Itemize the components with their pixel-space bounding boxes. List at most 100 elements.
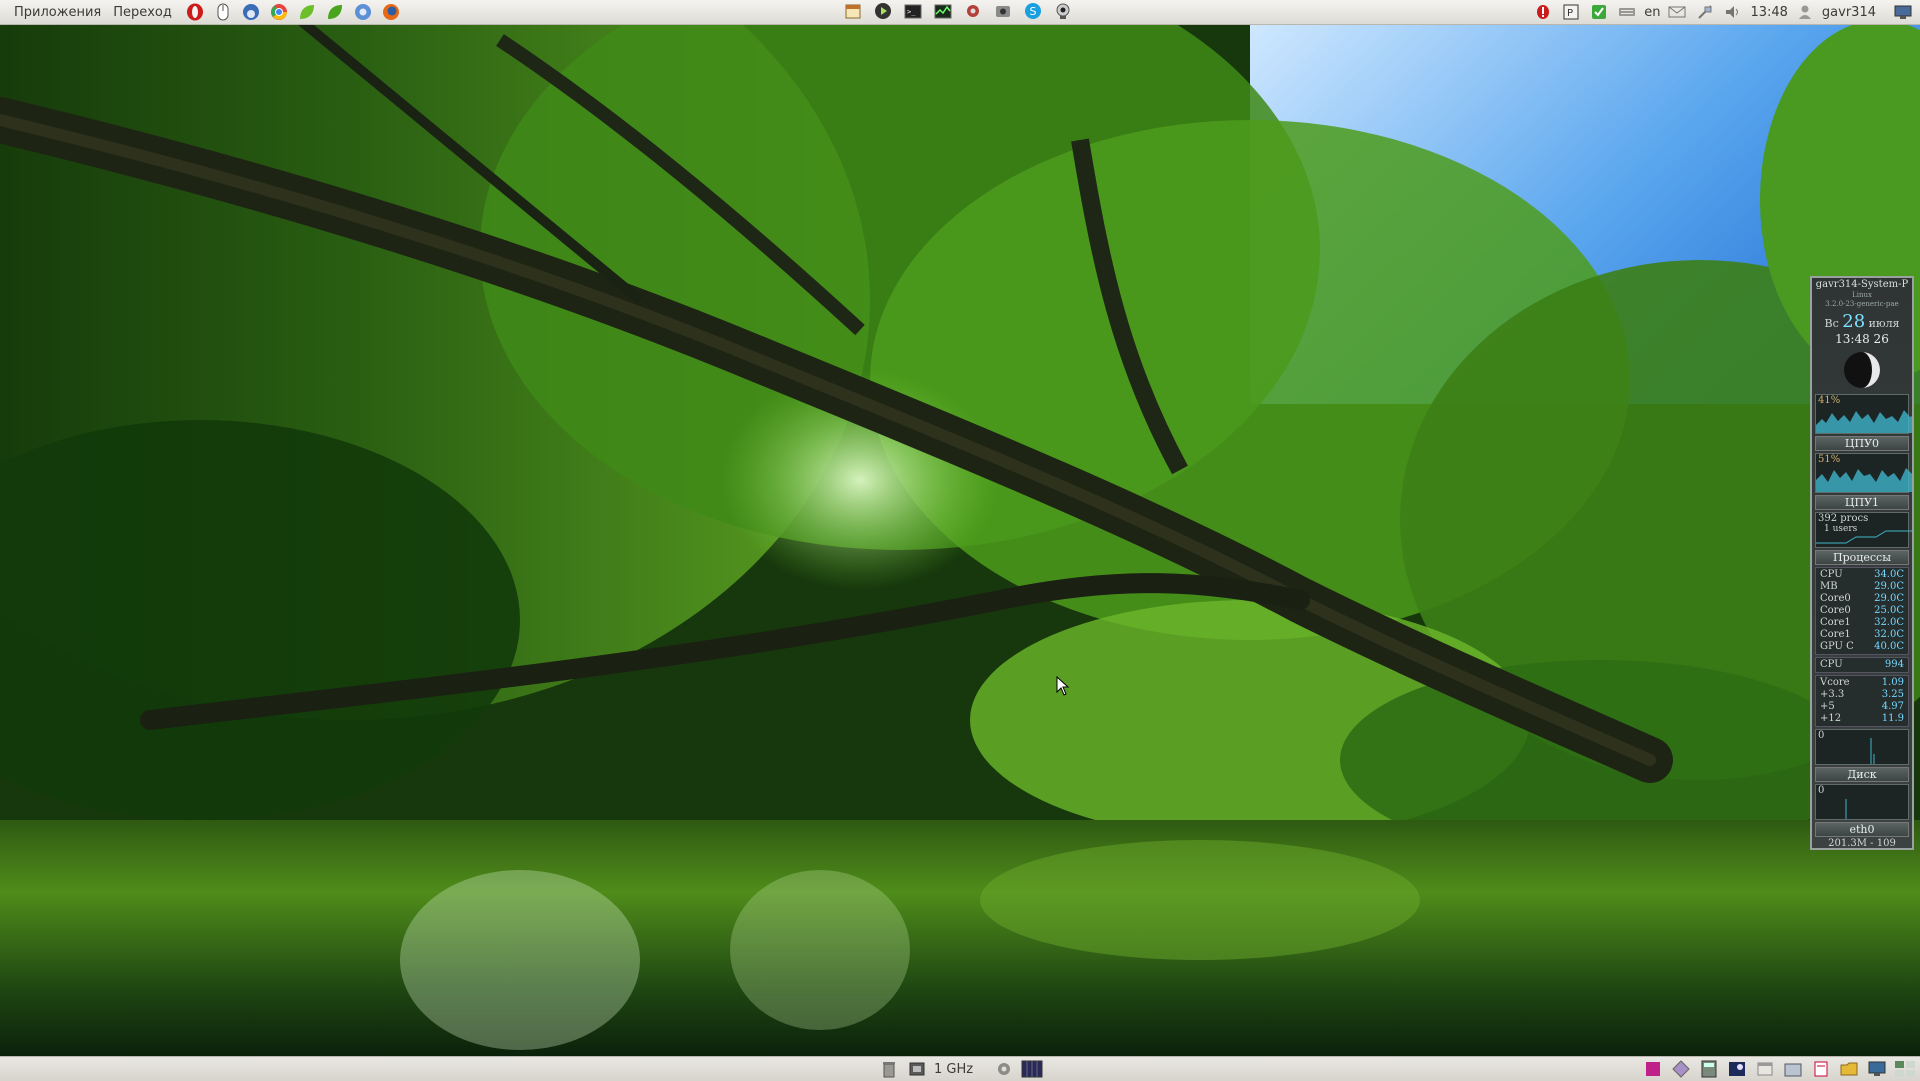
disk-chart: 0 (1815, 729, 1909, 765)
terminal-icon[interactable]: >_ (902, 1, 924, 21)
widget-time: 13:48 26 (1835, 332, 1889, 346)
sensor-row: Core1 32.0C (1816, 617, 1908, 629)
user-name[interactable]: gavr314 (1822, 5, 1876, 20)
cpu-frequency[interactable]: 1 GHz (934, 1062, 973, 1077)
desktop-icon[interactable] (1866, 1059, 1888, 1079)
cpu1-chart: 51% (1815, 453, 1912, 493)
disk-graph (1870, 738, 1875, 764)
voltage-row: +12 11.9 (1816, 713, 1908, 725)
desktop-wallpaper (0, 0, 1920, 1080)
diamond-icon[interactable] (1670, 1059, 1692, 1079)
cpu1-graph (1816, 468, 1912, 492)
bottom-panel: 1 GHz (0, 1056, 1920, 1081)
center-launchers: >_ S (842, 1, 1074, 21)
voltage-row: Vcore 1.09 (1816, 677, 1908, 689)
file-manager-icon[interactable] (1782, 1059, 1804, 1079)
fan-block: CPU 994 (1815, 657, 1909, 673)
processes-label: Процессы (1815, 550, 1909, 565)
voltage-value: 3.25 (1881, 689, 1904, 700)
widget-month: июля (1868, 317, 1900, 330)
media-player-icon[interactable] (872, 1, 894, 21)
system-monitor-widget[interactable]: gavr314-System-P Linux 3.2.0-23-generic-… (1810, 276, 1914, 850)
voltage-row: +5 4.97 (1816, 701, 1908, 713)
svg-text:>_: >_ (907, 8, 916, 16)
fan-value: 994 (1884, 659, 1904, 670)
alert-icon[interactable] (1532, 2, 1554, 22)
launcher-bar (184, 2, 402, 22)
applications-menu[interactable]: Приложения (8, 5, 107, 20)
bottom-right-group (1642, 1059, 1916, 1079)
network-icon[interactable] (1694, 2, 1716, 22)
system-monitor-icon[interactable] (932, 1, 954, 21)
mouse-icon[interactable] (212, 2, 234, 22)
workspace-grid-icon[interactable] (1894, 1059, 1916, 1079)
svg-text:S: S (1030, 5, 1037, 18)
opera-icon[interactable] (184, 2, 206, 22)
workspace-switcher-icon[interactable] (1021, 1059, 1043, 1079)
sensor-row: CPU 34.0C (1816, 569, 1908, 581)
sensor-value: 29.0C (1874, 593, 1904, 604)
moon-phase-icon (1812, 350, 1912, 390)
sensor-name: Core0 (1820, 605, 1851, 616)
places-menu[interactable]: Переход (107, 5, 178, 20)
widget-date: Вс 28 июля (1812, 311, 1912, 332)
keyboard-layout[interactable]: en (1644, 5, 1660, 20)
app-pink-icon[interactable] (1642, 1059, 1664, 1079)
screenshot-icon[interactable] (992, 1, 1014, 21)
disk-label: Диск (1815, 767, 1909, 782)
clock[interactable]: 13:48 (1750, 5, 1787, 20)
net-total-row: 201.3M - 109 (1812, 838, 1912, 849)
voltage-name: +5 (1820, 701, 1835, 712)
top-panel: Приложения Переход >_ S P en 13:48 gavr3… (0, 0, 1920, 25)
voltage-name: Vcore (1820, 677, 1850, 688)
leaf2-icon[interactable] (324, 2, 346, 22)
pidgin-icon[interactable]: P (1560, 2, 1582, 22)
mail-icon[interactable] (1666, 2, 1688, 22)
notes-icon[interactable] (1810, 1059, 1832, 1079)
chrome-icon[interactable] (268, 2, 290, 22)
thunderbird-icon[interactable] (240, 2, 262, 22)
sensor-row: Core1 32.0C (1816, 629, 1908, 641)
fan-row: CPU 994 (1816, 659, 1908, 671)
session-icon[interactable] (1892, 2, 1914, 22)
sensors-block: CPU 34.0C MB 29.0C Core0 29.0C Core0 25.0C C… (1815, 567, 1909, 655)
firefox-icon[interactable] (380, 2, 402, 22)
cpu-freq-icon[interactable] (906, 1059, 928, 1079)
calendar-icon[interactable] (842, 1, 864, 21)
sensor-name: Core1 (1820, 629, 1851, 640)
voltage-row: +3.3 3.25 (1816, 689, 1908, 701)
sensor-row: GPU C 40.0C (1816, 641, 1908, 653)
volume-icon[interactable] (1722, 2, 1744, 22)
network-graph (1845, 799, 1847, 819)
leaf-icon[interactable] (296, 2, 318, 22)
sensor-name: MB (1820, 581, 1838, 592)
widget-os-name: Linux (1852, 291, 1872, 299)
sensor-value: 32.0C (1874, 617, 1904, 628)
mouse-cursor-icon (1056, 675, 1070, 700)
chromium-icon[interactable] (352, 2, 374, 22)
cpu0-graph (1816, 410, 1912, 433)
keyboard-icon[interactable] (1616, 2, 1638, 22)
webcam-icon[interactable] (1052, 1, 1074, 21)
sensor-value: 32.0C (1874, 629, 1904, 640)
calculator-icon[interactable] (1698, 1059, 1720, 1079)
voltage-block: Vcore 1.09 +3.3 3.25 +5 4.97 +12 11.9 (1815, 675, 1909, 727)
user-icon[interactable] (1794, 2, 1816, 22)
network-chart: 0 (1815, 784, 1909, 820)
settings-icon[interactable] (962, 1, 984, 21)
sensor-value: 40.0C (1874, 641, 1904, 652)
check-icon[interactable] (1588, 2, 1610, 22)
skype-icon[interactable]: S (1022, 1, 1044, 21)
voltage-value: 1.09 (1881, 677, 1904, 688)
cpu0-label: ЦПУ0 (1815, 436, 1909, 451)
window-list-icon[interactable] (1754, 1059, 1776, 1079)
gear-icon[interactable] (993, 1059, 1015, 1079)
sensor-row: MB 29.0C (1816, 581, 1908, 593)
widget-hostname: gavr314-System-P (1815, 279, 1909, 290)
folder-icon[interactable] (1838, 1059, 1860, 1079)
net-total: 201.3M - 109 (1828, 838, 1896, 849)
sensor-name: CPU (1820, 569, 1843, 580)
sensor-row: Core0 29.0C (1816, 593, 1908, 605)
trash-icon[interactable] (878, 1059, 900, 1079)
image-viewer-icon[interactable] (1726, 1059, 1748, 1079)
